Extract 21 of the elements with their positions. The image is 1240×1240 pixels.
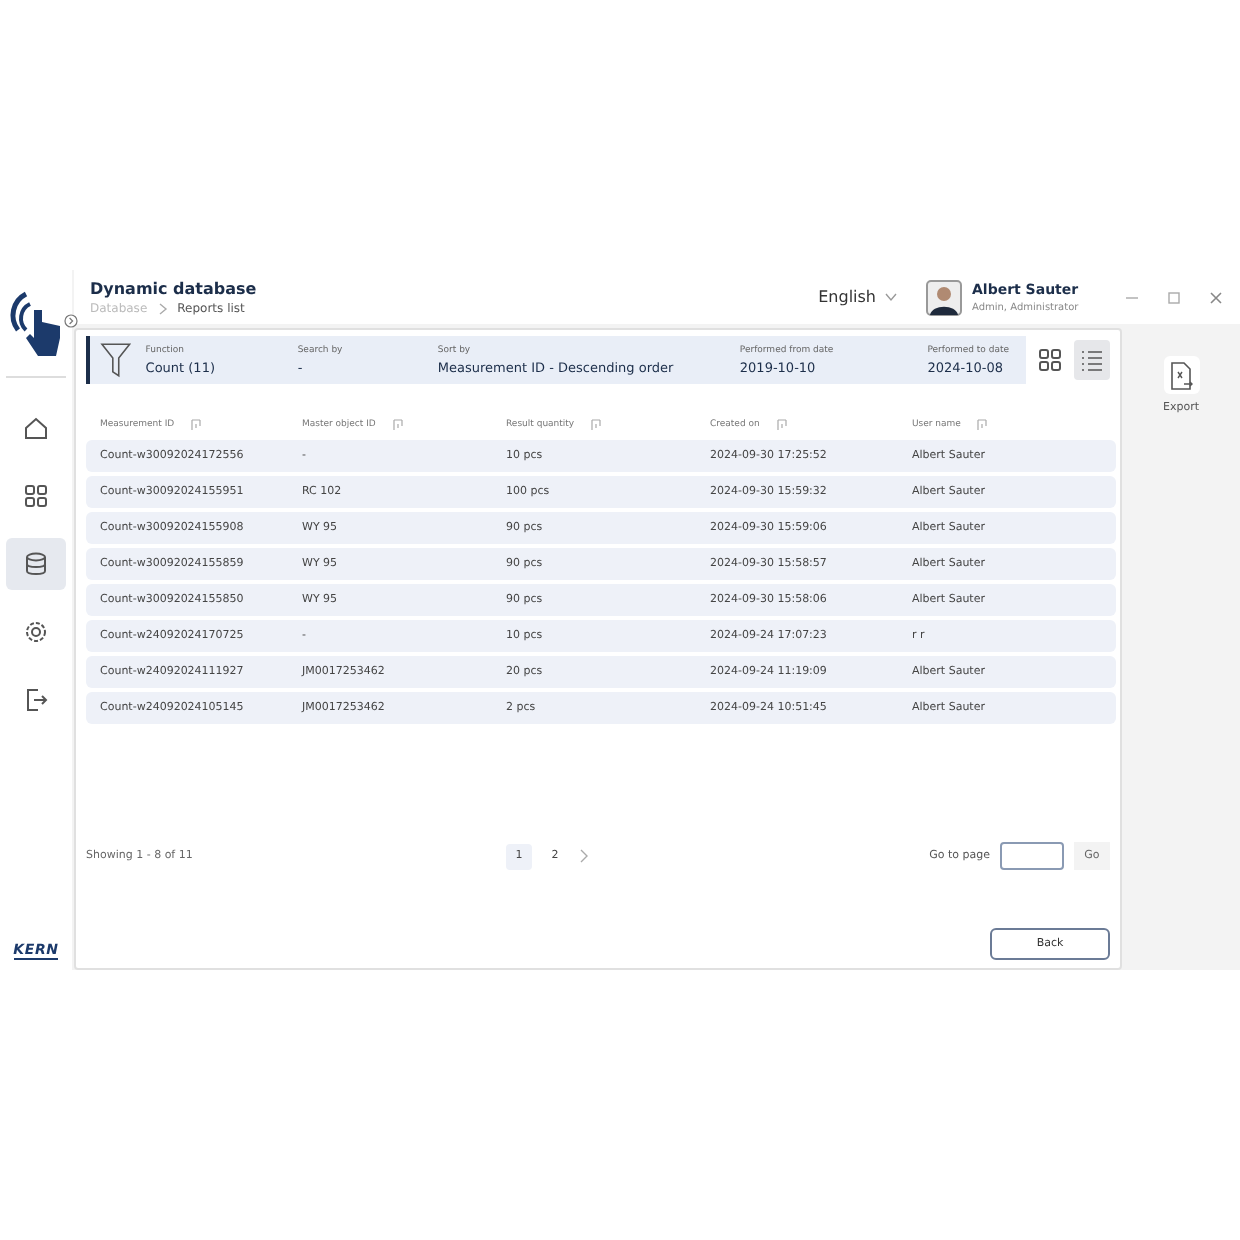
chevron-down-icon: [884, 292, 898, 302]
close-icon[interactable]: [1208, 289, 1224, 305]
export-icon: [1165, 359, 1197, 391]
settings-icon: [22, 618, 50, 646]
home-icon: [22, 414, 50, 442]
language-dropdown[interactable]: English: [818, 288, 898, 306]
sidebar-item[interactable]: [6, 538, 66, 590]
grid-icon: [22, 482, 50, 510]
expand-icon[interactable]: [64, 314, 78, 328]
window-title: Dynamic database: [90, 279, 259, 297]
logout-icon: [22, 686, 50, 714]
database-icon: [22, 550, 50, 578]
next-page-icon[interactable]: [578, 848, 590, 864]
chevron-right-icon: [157, 301, 168, 315]
grid-view-icon: [1036, 346, 1064, 374]
avatar-icon: [926, 279, 962, 315]
list-view-icon: [1078, 346, 1106, 374]
export-button[interactable]: [1163, 356, 1199, 394]
filter-icon[interactable]: [100, 342, 132, 378]
page-number-field[interactable]: [1000, 842, 1064, 870]
view-toggle-button[interactable]: [1074, 340, 1110, 380]
